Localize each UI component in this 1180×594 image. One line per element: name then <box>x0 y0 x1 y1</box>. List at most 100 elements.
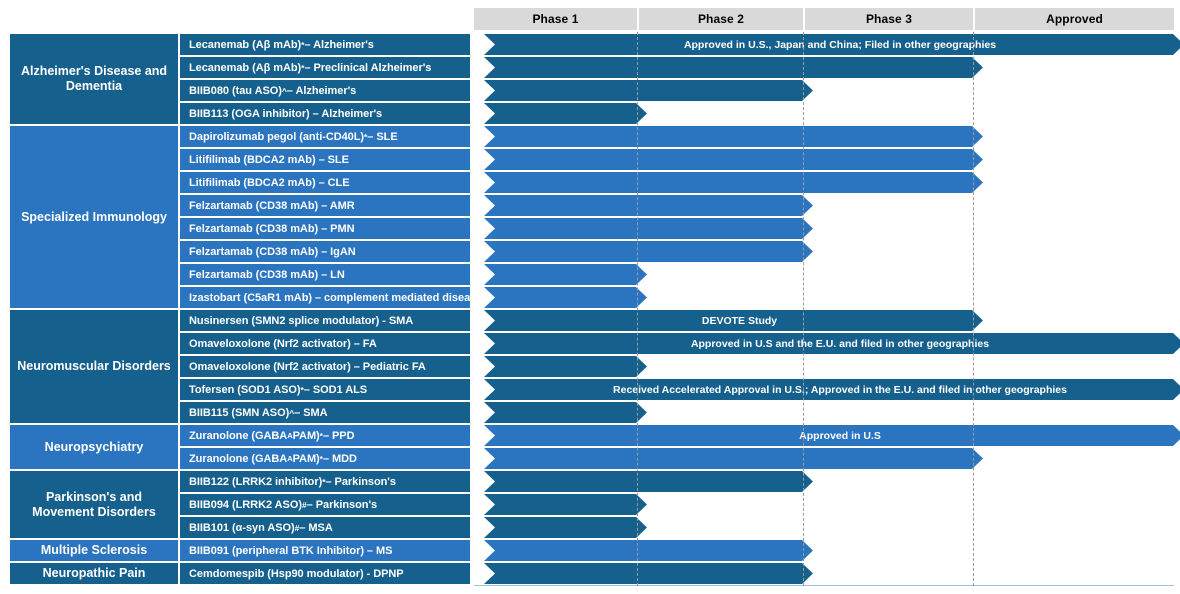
section-rows: Zuranolone (GABAA PAM)* – PPDApproved in… <box>180 425 1174 469</box>
stage-bar-phase-2 <box>484 540 813 561</box>
asset-name-cell: Lecanemab (Aβ mAb)* – Preclinical Alzhei… <box>180 57 470 78</box>
stage-bar-phase-2 <box>484 218 813 239</box>
stage-bar-approved: Approved in U.S <box>484 425 1180 446</box>
section-neuropsychiatry: NeuropsychiatryZuranolone (GABAA PAM)* –… <box>10 425 1174 469</box>
section-label-neuromuscular-disorders: Neuromuscular Disorders <box>10 310 178 423</box>
pipeline-row: BIIB113 (OGA inhibitor) – Alzheimer's <box>180 103 1174 124</box>
asset-name-cell: Omaveloxolone (Nrf2 activator) – Pediatr… <box>180 356 470 377</box>
asset-name-cell: Zuranolone (GABAA PAM)* – MDD <box>180 448 470 469</box>
phase-header-phase-1: Phase 1 <box>474 8 637 30</box>
pipeline-row: Lecanemab (Aβ mAb)* – Alzheimer'sApprove… <box>180 34 1174 55</box>
pipeline-row: Litifilimab (BDCA2 mAb) – SLE <box>180 149 1174 170</box>
stage-bar-phase-2 <box>484 563 813 584</box>
stage-bar-phase-3 <box>484 126 983 147</box>
section-label-neuropathic-pain: Neuropathic Pain <box>10 563 178 584</box>
section-label-neuropsychiatry: Neuropsychiatry <box>10 425 178 469</box>
pipeline-row: Litifilimab (BDCA2 mAb) – CLE <box>180 172 1174 193</box>
pipeline-row: Tofersen (SOD1 ASO)* – SOD1 ALSReceived … <box>180 379 1174 400</box>
section-rows: Nusinersen (SMN2 splice modulator) - SMA… <box>180 310 1174 423</box>
section-neuromuscular-disorders: Neuromuscular DisordersNusinersen (SMN2 … <box>10 310 1174 423</box>
asset-name-cell: Izastobart (C5aR1 mAb) – complement medi… <box>180 287 470 308</box>
asset-name-cell: Zuranolone (GABAA PAM)* – PPD <box>180 425 470 446</box>
asset-name-cell: Dapirolizumab pegol (anti-CD40L)* – SLE <box>180 126 470 147</box>
pipeline-row: Cemdomespib (Hsp90 modulator) - DPNP <box>180 563 1174 584</box>
section-parkinson-s-and-movement-disorders: Parkinson's and Movement DisordersBIIB12… <box>10 471 1174 538</box>
asset-name-cell: BIIB094 (LRRK2 ASO)# – Parkinson's <box>180 494 470 515</box>
column-gutter <box>178 34 180 124</box>
pipeline-chart: Phase 1 Phase 2 Phase 3 Approved Alzheim… <box>0 0 1180 594</box>
stage-bar-phase-1 <box>484 264 647 285</box>
pipeline-row: BIIB091 (peripheral BTK Inhibitor) – MS <box>180 540 1174 561</box>
asset-name-cell: BIIB091 (peripheral BTK Inhibitor) – MS <box>180 540 470 561</box>
phase-header-row: Phase 1 Phase 2 Phase 3 Approved <box>474 8 1174 30</box>
section-label-alzheimer-s-disease-and-dementia: Alzheimer's Disease and Dementia <box>10 34 178 124</box>
pipeline-row: Dapirolizumab pegol (anti-CD40L)* – SLE <box>180 126 1174 147</box>
asset-name-cell: Tofersen (SOD1 ASO)* – SOD1 ALS <box>180 379 470 400</box>
stage-bar-phase-1 <box>484 356 647 377</box>
stage-bar-approved: Approved in U.S and the E.U. and filed i… <box>484 333 1180 354</box>
asset-name-cell: BIIB101 (α-syn ASO)# – MSA <box>180 517 470 538</box>
phase-header-approved: Approved <box>975 8 1174 30</box>
section-rows: Cemdomespib (Hsp90 modulator) - DPNP <box>180 563 1174 584</box>
asset-name-cell: Litifilimab (BDCA2 mAb) – SLE <box>180 149 470 170</box>
pipeline-row: Felzartamab (CD38 mAb) – IgAN <box>180 241 1174 262</box>
stage-bar-phase-1 <box>484 494 647 515</box>
asset-name-cell: Lecanemab (Aβ mAb)* – Alzheimer's <box>180 34 470 55</box>
asset-name-cell: Felzartamab (CD38 mAb) – LN <box>180 264 470 285</box>
stage-bar-phase-1 <box>484 103 647 124</box>
pipeline-row: Izastobart (C5aR1 mAb) – complement medi… <box>180 287 1174 308</box>
pipeline-row: Felzartamab (CD38 mAb) – AMR <box>180 195 1174 216</box>
pipeline-row: BIIB122 (LRRK2 inhibitor)* – Parkinson's <box>180 471 1174 492</box>
pipeline-row: Omaveloxolone (Nrf2 activator) – Pediatr… <box>180 356 1174 377</box>
asset-name-cell: Felzartamab (CD38 mAb) – AMR <box>180 195 470 216</box>
stage-bar-phase-3 <box>484 172 983 193</box>
asset-name-cell: BIIB113 (OGA inhibitor) – Alzheimer's <box>180 103 470 124</box>
stage-bar-phase-2 <box>484 80 813 101</box>
chart-baseline <box>474 585 1174 586</box>
phase-header-phase-3: Phase 3 <box>805 8 973 30</box>
pipeline-row: Nusinersen (SMN2 splice modulator) - SMA… <box>180 310 1174 331</box>
pipeline-row: BIIB094 (LRRK2 ASO)# – Parkinson's <box>180 494 1174 515</box>
stage-bar-phase-3 <box>484 448 983 469</box>
stage-bar-phase-2 <box>484 471 813 492</box>
column-gutter <box>178 310 180 423</box>
section-multiple-sclerosis: Multiple SclerosisBIIB091 (peripheral BT… <box>10 540 1174 561</box>
stage-bar-phase-1 <box>484 517 647 538</box>
section-rows: Lecanemab (Aβ mAb)* – Alzheimer'sApprove… <box>180 34 1174 124</box>
column-gutter <box>178 425 180 469</box>
pipeline-row: Zuranolone (GABAA PAM)* – MDD <box>180 448 1174 469</box>
pipeline-row: Omaveloxolone (Nrf2 activator) – FAAppro… <box>180 333 1174 354</box>
column-gutter <box>178 471 180 538</box>
stage-bar-phase-2 <box>484 195 813 216</box>
pipeline-row: BIIB115 (SMN ASO)^ – SMA <box>180 402 1174 423</box>
section-label-parkinson-s-and-movement-disorders: Parkinson's and Movement Disorders <box>10 471 178 538</box>
section-rows: Dapirolizumab pegol (anti-CD40L)* – SLEL… <box>180 126 1174 308</box>
stage-bar-phase-1 <box>484 402 647 423</box>
stage-bar-phase-3 <box>484 149 983 170</box>
section-rows: BIIB122 (LRRK2 inhibitor)* – Parkinson's… <box>180 471 1174 538</box>
section-label-multiple-sclerosis: Multiple Sclerosis <box>10 540 178 561</box>
pipeline-row: BIIB101 (α-syn ASO)# – MSA <box>180 517 1174 538</box>
section-rows: BIIB091 (peripheral BTK Inhibitor) – MS <box>180 540 1174 561</box>
pipeline-row: Lecanemab (Aβ mAb)* – Preclinical Alzhei… <box>180 57 1174 78</box>
column-gutter <box>178 126 180 308</box>
asset-name-cell: Felzartamab (CD38 mAb) – PMN <box>180 218 470 239</box>
pipeline-row: Zuranolone (GABAA PAM)* – PPDApproved in… <box>180 425 1174 446</box>
stage-bar-phase-1 <box>484 287 647 308</box>
asset-name-cell: BIIB122 (LRRK2 inhibitor)* – Parkinson's <box>180 471 470 492</box>
phase-header-phase-2: Phase 2 <box>639 8 803 30</box>
asset-name-cell: BIIB115 (SMN ASO)^ – SMA <box>180 402 470 423</box>
stage-bar-approved: Approved in U.S., Japan and China; Filed… <box>484 34 1180 55</box>
section-label-specialized-immunology: Specialized Immunology <box>10 126 178 308</box>
pipeline-row: Felzartamab (CD38 mAb) – PMN <box>180 218 1174 239</box>
asset-name-cell: Nusinersen (SMN2 splice modulator) - SMA <box>180 310 470 331</box>
section-specialized-immunology: Specialized ImmunologyDapirolizumab pego… <box>10 126 1174 308</box>
asset-name-cell: Litifilimab (BDCA2 mAb) – CLE <box>180 172 470 193</box>
stage-bar-phase-2 <box>484 241 813 262</box>
section-neuropathic-pain: Neuropathic PainCemdomespib (Hsp90 modul… <box>10 563 1174 584</box>
column-gutter <box>178 563 180 584</box>
asset-name-cell: BIIB080 (tau ASO)^ – Alzheimer's <box>180 80 470 101</box>
stage-bar-phase-3 <box>484 57 983 78</box>
column-gutter <box>178 540 180 561</box>
stage-bar-approved: Received Accelerated Approval in U.S.; A… <box>484 379 1180 400</box>
